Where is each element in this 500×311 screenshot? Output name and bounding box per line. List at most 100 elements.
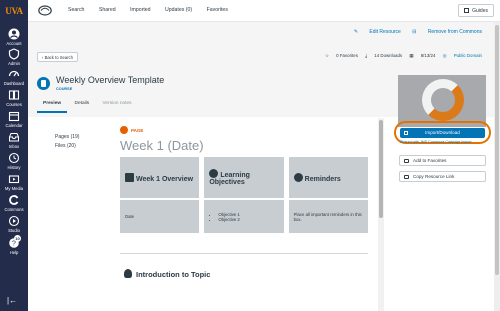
nav-updates[interactable]: Updates (0) [165, 7, 192, 13]
nav-item-commons[interactable]: Commons [0, 194, 28, 212]
header-overview: Week 1 Overview [136, 175, 194, 183]
account-icon [8, 28, 20, 40]
page-label-text: PAGE [131, 128, 144, 133]
nav-item-inbox[interactable]: Inbox [0, 131, 28, 149]
nav-label: My Media [4, 186, 24, 191]
table-cell: Place all important reminders in this bo… [286, 198, 368, 233]
remove-from-commons-link[interactable]: ⊟ Remove from Commons [412, 29, 482, 35]
remove-label: Remove from Commons [427, 29, 482, 35]
nav-shared[interactable]: Shared [99, 7, 116, 13]
nav-label: Studio [8, 228, 20, 233]
nav-label: Courses [6, 102, 22, 107]
studio-icon [8, 215, 20, 227]
edit-resource-link[interactable]: ✎ Edit Resource [354, 29, 401, 35]
nav-item-dashboard[interactable]: Dashboard [0, 68, 28, 86]
nav-item-courses[interactable]: Courses [0, 89, 28, 107]
resource-actions: ✎ Edit Resource ⊟ Remove from Commons [344, 29, 482, 35]
resource-type-label: COURSE [56, 87, 73, 91]
preview-scroll-thumb[interactable] [379, 120, 383, 218]
nav-label: Dashboard [3, 81, 25, 86]
page-scroll-thumb[interactable] [495, 25, 499, 275]
history-icon [8, 152, 20, 164]
commons-header: Search Shared Imported Updates (0) Favor… [28, 0, 500, 22]
shared-with-text: Shared with JMS Commons Cartridge Import [400, 140, 486, 145]
cell-date: Date [125, 214, 135, 219]
nav-label: Help [9, 250, 19, 255]
link-icon [404, 175, 409, 179]
content-preview: PAGE Week 1 (Date) Week 1 Overview Learn… [110, 118, 380, 311]
table-cell: Objective 1 Objective 2 [201, 198, 289, 233]
objective-item: Objective 2 [218, 217, 278, 222]
copy-resource-link-button[interactable]: Copy Resource Link [399, 171, 486, 182]
nav-item-account[interactable]: Account [0, 28, 28, 46]
tab-version-notes[interactable]: Version notes [97, 101, 138, 111]
admin-icon [8, 48, 20, 60]
nav-item-my-media[interactable]: My Media [0, 173, 28, 191]
my-media-icon [8, 175, 20, 184]
nav-item-help[interactable]: ? 10 Help [0, 235, 28, 255]
cell-reminders: Place all important reminders in this bo… [293, 211, 362, 222]
downloads-count-text: 14 Downloads [374, 53, 403, 58]
nav-imported[interactable]: Imported [130, 7, 150, 13]
nav-item-history[interactable]: History [0, 152, 28, 170]
page-type-label: PAGE [120, 126, 143, 134]
tab-preview[interactable]: Preview [37, 101, 68, 113]
table-header: Reminders [286, 157, 368, 199]
week-overview-table: Week 1 Overview Learning Objectives Remi… [120, 157, 368, 233]
back-label: Back to Search [44, 55, 73, 60]
nav-label: Admin [8, 61, 20, 66]
global-nav: UVA Account Admin Dashboard Courses Cale… [0, 0, 28, 311]
nav-favorites[interactable]: Favorites [207, 7, 228, 13]
divider [120, 253, 368, 254]
lightbulb-icon [124, 269, 132, 278]
uva-logo[interactable]: UVA [2, 6, 26, 16]
nav-label: Commons [4, 207, 24, 212]
license-text: Public Domain [453, 53, 482, 58]
copy-link-label: Copy Resource Link [413, 174, 455, 179]
guides-button[interactable]: Guides [458, 4, 494, 17]
updated-date-text: 8/13/24 [420, 53, 436, 58]
bell-icon [293, 172, 303, 182]
inbox-icon [9, 133, 19, 142]
courses-icon [8, 90, 20, 100]
target-icon [209, 169, 219, 178]
course-type-icon [37, 77, 50, 90]
tab-details[interactable]: Details [68, 101, 95, 111]
downloads-count: ⤓ 14 Downloads [365, 53, 403, 58]
table-header: Learning Objectives [201, 157, 289, 199]
commons-nav: Search Shared Imported Updates (0) Favor… [68, 7, 241, 13]
nav-label: Inbox [8, 144, 20, 149]
updated-date: ▦ 8/13/24 [409, 53, 436, 58]
favorites-count-text: 0 Favorites [336, 53, 358, 58]
pages-link[interactable]: Pages (19) [55, 133, 79, 142]
collapse-nav-icon[interactable]: |← [7, 296, 17, 305]
commons-logo-icon[interactable] [38, 5, 52, 16]
guides-icon [464, 8, 470, 13]
nav-item-calendar[interactable]: Calendar [0, 110, 28, 128]
files-link[interactable]: Files (20) [55, 142, 79, 151]
nav-item-admin[interactable]: Admin [0, 48, 28, 66]
nav-label: History [7, 165, 21, 170]
page-icon [120, 126, 128, 134]
favorite-icon [404, 159, 409, 163]
table-header: Week 1 Overview [120, 157, 205, 199]
add-favorites-label: Add to Favorites [413, 158, 447, 163]
commons-icon [9, 195, 19, 205]
favorites-count: ☆ 0 Favorites [325, 53, 358, 58]
intro-heading-text: Introduction to Topic [136, 270, 211, 279]
header-reminders: Reminders [304, 175, 341, 183]
nav-search[interactable]: Search [68, 7, 84, 13]
back-to-search-button[interactable]: ‹ Back to Search [37, 52, 78, 62]
page-heading: Week 1 (Date) [120, 138, 204, 153]
content-type-nav: Pages (19) Files (20) [55, 133, 79, 151]
help-badge: 10 [14, 235, 21, 242]
nav-item-studio[interactable]: Studio [0, 215, 28, 233]
table-cell: Date [120, 198, 205, 233]
shared-with-label: Shared with JMS Commons Cartridge Import [400, 140, 472, 144]
objectives-list: Objective 1 Objective 2 [209, 212, 278, 222]
resource-stats: ☆ 0 Favorites ⤓ 14 Downloads ▦ 8/13/24 ◎… [319, 53, 482, 59]
license-link[interactable]: ◎ Public Domain [443, 53, 482, 58]
calendar-icon [125, 172, 134, 182]
nav-label: Calendar [5, 123, 23, 128]
add-to-favorites-button[interactable]: Add to Favorites [399, 155, 486, 166]
